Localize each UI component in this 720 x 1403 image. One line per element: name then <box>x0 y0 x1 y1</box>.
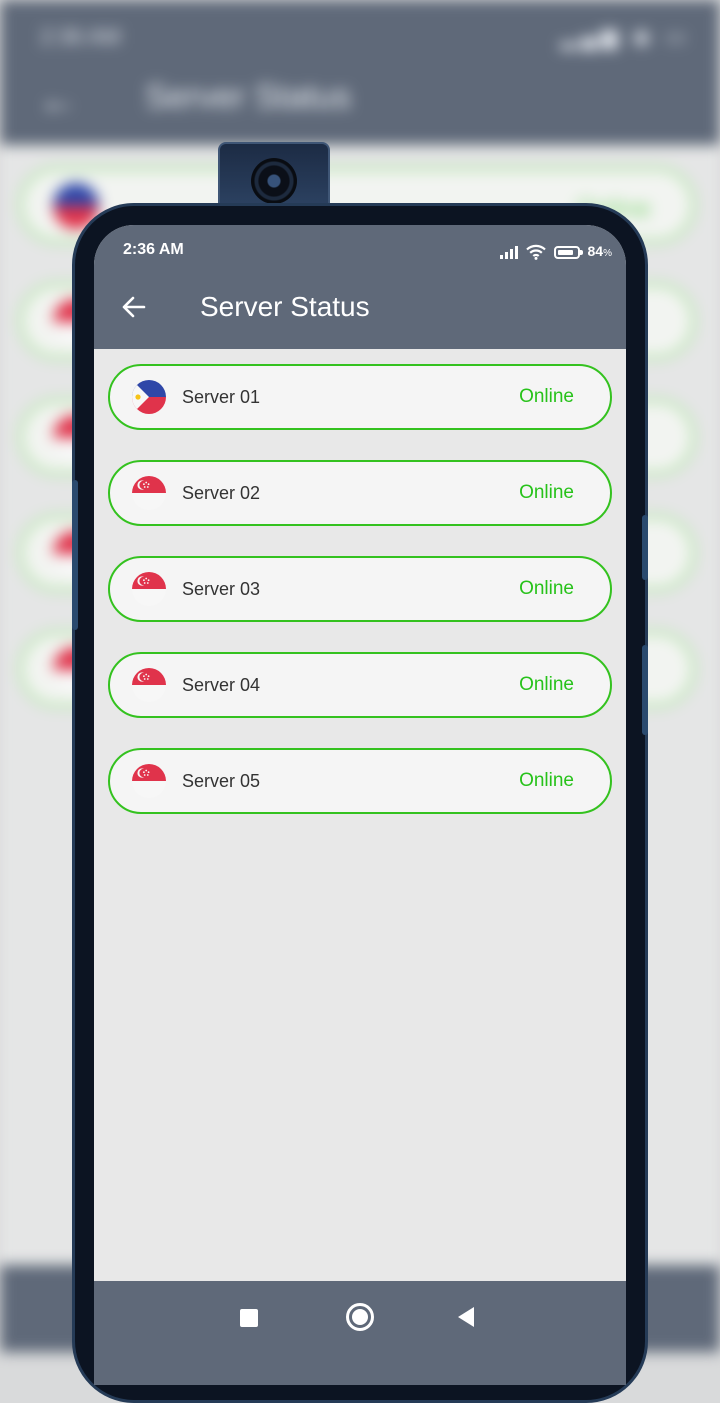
home-circle-icon[interactable] <box>346 1303 374 1331</box>
recents-square-icon[interactable] <box>240 1309 258 1327</box>
bg-back-arrow-icon: ← <box>38 78 78 122</box>
popup-camera <box>218 142 330 212</box>
phone-side-button <box>642 645 648 735</box>
server-name: Server 02 <box>182 483 261 503</box>
battery-percentage: 84% <box>587 243 612 259</box>
bg-status-time: 2:36 AM <box>40 24 121 49</box>
server-row-03[interactable]: Server 03 Online <box>108 556 612 622</box>
phone-side-button <box>72 480 78 630</box>
singapore-flag-icon <box>132 764 166 798</box>
bg-app-bar <box>0 0 720 145</box>
page-title: Server Status <box>200 291 370 322</box>
server-status-online: Online <box>519 674 574 695</box>
back-triangle-icon[interactable] <box>458 1307 474 1327</box>
singapore-flag-icon <box>132 668 166 702</box>
server-status-online: Online <box>519 386 574 407</box>
server-status-online: Online <box>519 482 574 503</box>
server-row-02[interactable]: Server 02 Online <box>108 460 612 526</box>
server-row-05[interactable]: Server 05 Online <box>108 748 612 814</box>
wifi-icon <box>525 244 546 260</box>
server-row-01[interactable]: Server 01 Online <box>108 364 612 430</box>
bg-status-icons: ▂▄▆ ◉ ▭ <box>560 24 690 49</box>
bg-page-title: Server Status <box>145 78 351 116</box>
server-name: Server 05 <box>182 771 261 791</box>
phone-side-button <box>642 515 648 580</box>
server-row-04[interactable]: Server 04 Online <box>108 652 612 718</box>
status-time: 2:36 AM <box>123 241 184 258</box>
status-icons: 84% <box>499 241 612 263</box>
arrow-left-icon[interactable] <box>116 287 156 327</box>
signal-icon <box>499 245 518 259</box>
camera-lens-icon <box>251 158 297 204</box>
singapore-flag-icon <box>132 476 166 510</box>
philippines-flag-icon <box>132 380 166 414</box>
server-name: Server 04 <box>182 675 261 695</box>
server-name: Server 01 <box>182 387 261 407</box>
server-name: Server 03 <box>182 579 261 599</box>
phone-screen: 2:36 AM 84% Server Status Server 01 Onli… <box>94 225 626 1385</box>
navigation-bar <box>94 1281 626 1385</box>
app-bar: 2:36 AM 84% Server Status <box>94 225 626 349</box>
singapore-flag-icon <box>132 572 166 606</box>
battery-icon <box>553 245 583 259</box>
server-status-online: Online <box>519 770 574 791</box>
server-status-online: Online <box>519 578 574 599</box>
